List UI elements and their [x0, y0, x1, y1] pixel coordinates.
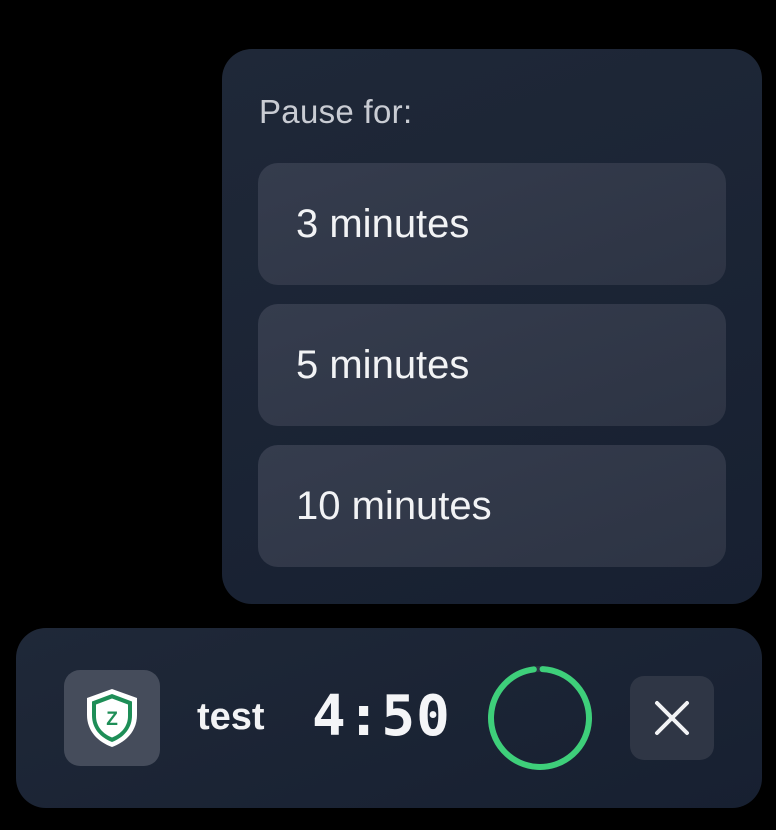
pause-option-5-minutes[interactable]: 5 minutes [258, 304, 726, 426]
pause-option-3-minutes[interactable]: 3 minutes [258, 163, 726, 285]
shield-letter: Z [106, 709, 118, 730]
progress-ring-fill [488, 666, 592, 770]
focus-session-bar: Z test 4:50 [16, 628, 762, 808]
app-icon-button[interactable]: Z [64, 670, 160, 766]
shield-z-icon: Z [87, 689, 137, 747]
close-button[interactable] [630, 676, 714, 760]
pause-menu-title: Pause for: [259, 93, 413, 130]
pause-menu: Pause for: 3 minutes 5 minutes 10 minute… [222, 49, 762, 604]
pause-option-10-minutes[interactable]: 10 minutes [258, 445, 726, 567]
progress-ring [488, 666, 592, 770]
session-name: test [197, 696, 265, 738]
screen: Pause for: 3 minutes 5 minutes 10 minute… [0, 0, 776, 830]
timer-display: 4:50 [312, 684, 451, 749]
close-icon [655, 701, 689, 735]
